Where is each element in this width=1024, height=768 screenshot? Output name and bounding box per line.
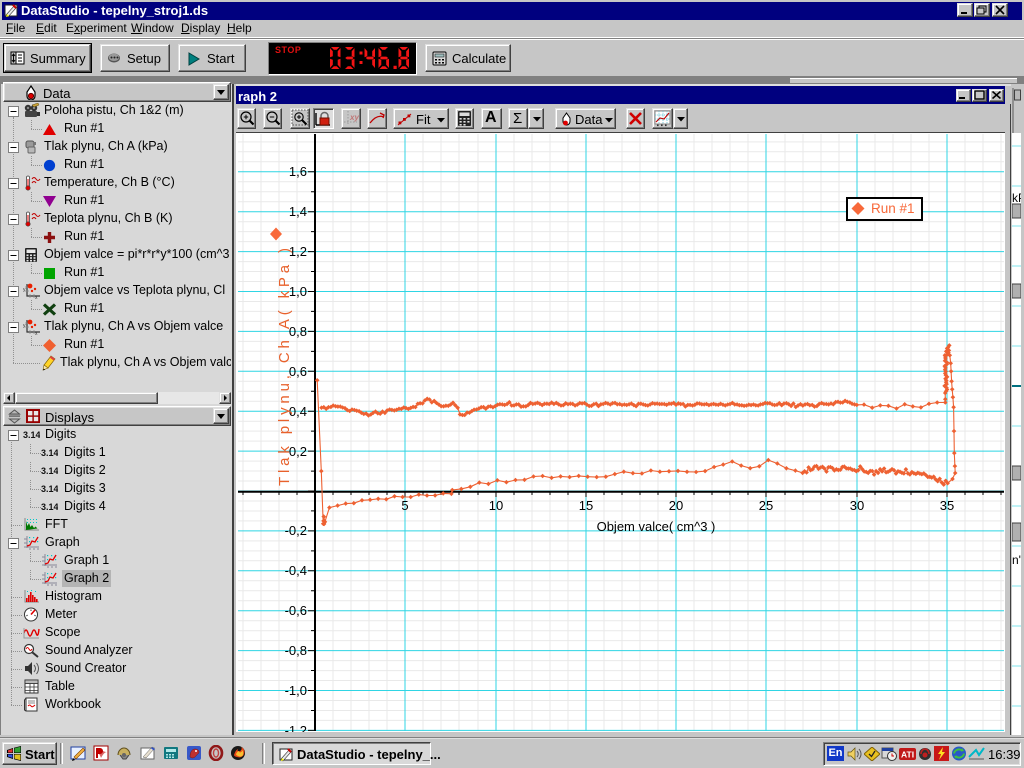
- svg-text:35: 35: [940, 498, 954, 513]
- svg-text:25: 25: [759, 498, 773, 513]
- svg-text:30: 30: [850, 498, 864, 513]
- svg-text:-0,6: -0,6: [285, 603, 307, 618]
- svg-text:1,6: 1,6: [289, 164, 307, 179]
- svg-text:-1,2: -1,2: [285, 723, 307, 732]
- svg-text:3.14: 3.14: [41, 466, 58, 476]
- svg-text:10: 10: [489, 498, 503, 513]
- svg-text:y: y: [23, 287, 26, 293]
- svg-text:-0,8: -0,8: [285, 643, 307, 658]
- svg-text:15: 15: [579, 498, 593, 513]
- svg-text:xy: xy: [349, 113, 359, 122]
- svg-text:20: 20: [669, 498, 683, 513]
- svg-text:3.14: 3.14: [41, 448, 58, 458]
- svg-text:kP: kP: [1012, 191, 1021, 205]
- svg-text:-1,0: -1,0: [285, 683, 307, 698]
- svg-text:-0,4: -0,4: [285, 563, 307, 578]
- svg-text:-0,2: -0,2: [285, 523, 307, 538]
- svg-text:3.14: 3.14: [41, 502, 58, 512]
- svg-text:Objem valce( cm^3 ): Objem valce( cm^3 ): [597, 519, 716, 534]
- svg-text:ATI: ATI: [901, 750, 914, 760]
- svg-text:n': n': [1012, 553, 1021, 567]
- svg-text:5: 5: [401, 498, 408, 513]
- svg-text:y: y: [23, 323, 26, 329]
- svg-text:3.14: 3.14: [23, 430, 40, 440]
- svg-text:1,4: 1,4: [289, 204, 307, 219]
- svg-text:3.14: 3.14: [41, 484, 58, 494]
- svg-text:Run #1: Run #1: [871, 201, 915, 216]
